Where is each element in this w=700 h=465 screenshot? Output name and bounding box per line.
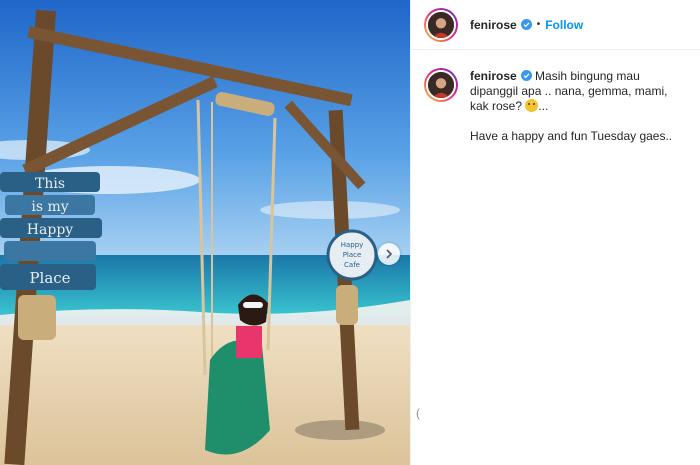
scrollbar-edge[interactable]: (: [416, 406, 420, 420]
next-photo-button[interactable]: [378, 243, 400, 265]
verified-badge-icon: [520, 70, 532, 81]
right-sign: Happy Place Cafe: [326, 229, 378, 281]
chevron-right-icon: [386, 249, 393, 259]
verified-badge-icon: [520, 19, 532, 30]
svg-text:This: This: [35, 176, 65, 192]
caption-username[interactable]: fenirose: [470, 69, 517, 83]
svg-text:Place: Place: [343, 251, 362, 259]
post-photo[interactable]: This is my Happy Place Happy Place Cafe: [0, 0, 410, 465]
beach-swing-image: This is my Happy Place Happy Place Cafe: [0, 0, 410, 465]
svg-text:Place: Place: [29, 269, 70, 287]
header-username[interactable]: fenirose: [470, 18, 517, 32]
post-header: fenirose • Follow: [411, 0, 700, 50]
caption-avatar[interactable]: [424, 68, 458, 102]
svg-text:is my: is my: [31, 199, 68, 215]
avatar[interactable]: [424, 7, 458, 42]
follow-button[interactable]: Follow: [545, 18, 583, 32]
left-sign: This is my Happy Place: [0, 172, 102, 290]
svg-text:Happy: Happy: [27, 222, 73, 238]
caption-line-2: Have a happy and fun Tuesday gaes..: [470, 129, 673, 143]
profile-photo-icon: [428, 72, 454, 98]
svg-text:Happy: Happy: [341, 241, 364, 249]
caption-comment: fenirose Masih bingung mau dipanggil apa…: [411, 50, 700, 144]
caption-ellipsis: ...: [538, 99, 549, 113]
caption-text: fenirose Masih bingung mau dipanggil apa…: [470, 68, 687, 144]
profile-photo-icon: [428, 11, 454, 38]
thinking-face-emoji-icon: [525, 99, 539, 112]
svg-text:Cafe: Cafe: [344, 261, 360, 269]
separator-dot: •: [536, 19, 541, 30]
post-sidebar: fenirose • Follow fenirose Masih bingung…: [410, 0, 700, 465]
